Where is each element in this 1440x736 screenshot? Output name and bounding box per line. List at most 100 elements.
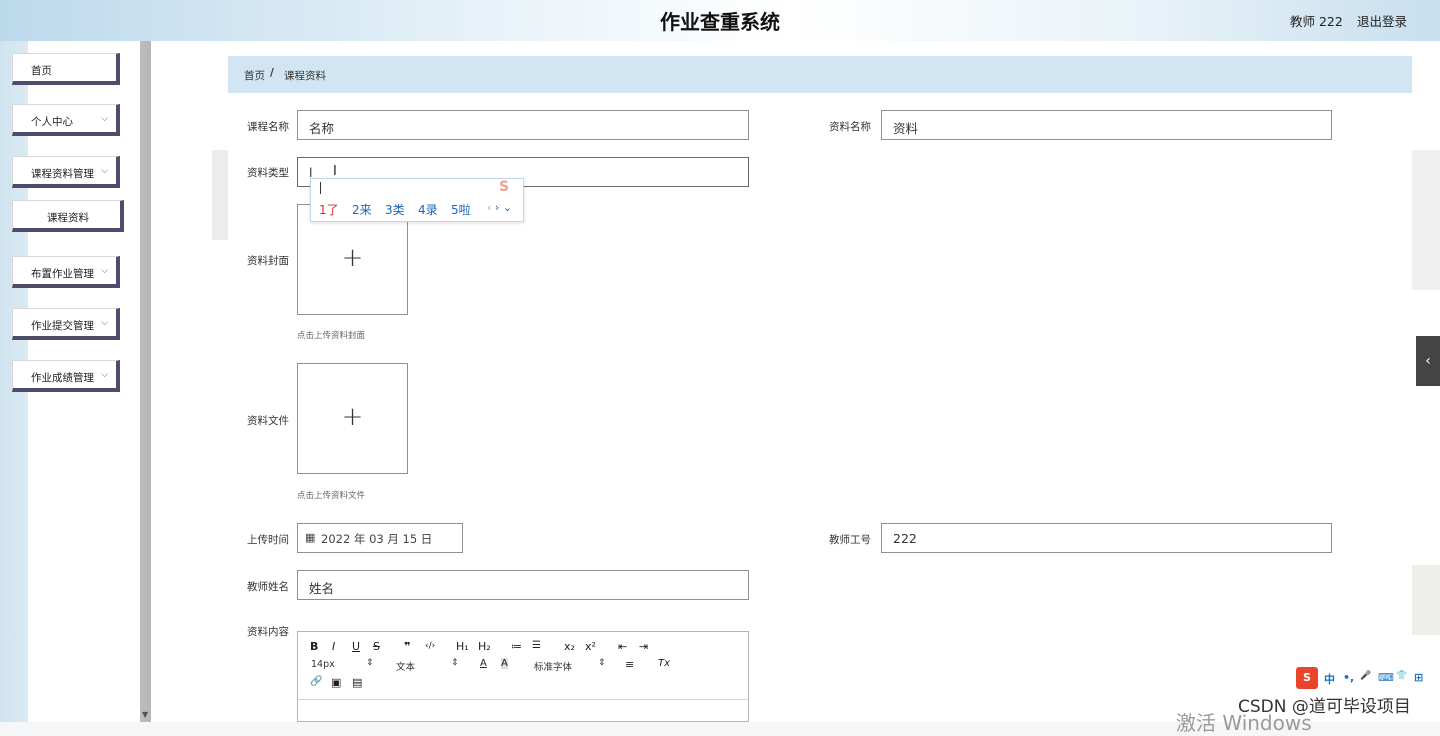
microphone-icon[interactable]: 🎤 xyxy=(1360,671,1371,681)
sidebar-item-home[interactable]: 首页 xyxy=(12,53,120,85)
text-cursor-icon: I xyxy=(333,164,337,179)
app-header: 作业查重系统 教师 222 退出登录 xyxy=(0,0,1440,41)
subscript-icon[interactable]: x₂ xyxy=(564,640,575,653)
video-icon[interactable]: ▤ xyxy=(352,676,362,689)
cover-label: 资料封面 xyxy=(247,255,289,267)
ime-punctuation-icon[interactable]: •, xyxy=(1343,671,1354,684)
blockquote-icon[interactable]: ❞ xyxy=(404,640,410,653)
chevron-down-icon: ⌵ xyxy=(101,166,108,176)
ime-status-bar: S 中 •, 🎤 ⌨ 👕 ⊞ xyxy=(1296,667,1430,689)
teacher-name-label: 教师姓名 xyxy=(247,581,289,593)
font-size-select[interactable]: 14px xyxy=(311,659,335,670)
select-arrows-icon: ⇕ xyxy=(451,658,459,668)
ime-candidate[interactable]: 2来 xyxy=(352,201,372,218)
outdent-icon[interactable]: ⇤ xyxy=(618,640,627,653)
plus-icon: + xyxy=(341,243,364,273)
toolbox-icon[interactable]: ⊞ xyxy=(1414,671,1423,684)
content-label: 资料内容 xyxy=(247,626,289,638)
chevron-down-icon: ⌵ xyxy=(101,370,108,380)
sidebar-item-label: 课程资料管理 xyxy=(31,168,94,180)
sidebar-item-label: 首页 xyxy=(31,65,52,77)
image-icon[interactable]: ▣ xyxy=(331,676,341,689)
material-name-input[interactable]: 资料 xyxy=(881,110,1332,140)
sogou-ime-icon[interactable]: S xyxy=(1296,667,1318,689)
ime-page-nav: ‹ › ⌄ xyxy=(487,201,512,214)
upload-time-picker[interactable]: ▦ 2022 年 03 月 15 日 xyxy=(297,523,463,553)
sidebar-subitem-course-material[interactable]: 课程资料 xyxy=(12,200,124,232)
code-block-icon[interactable]: ‹/› xyxy=(425,641,435,651)
ime-next-icon[interactable]: › xyxy=(495,201,499,214)
indent-icon[interactable]: ⇥ xyxy=(639,640,648,653)
bold-icon[interactable]: B xyxy=(310,640,318,653)
material-name-label: 资料名称 xyxy=(829,121,871,133)
align-icon[interactable]: ≡ xyxy=(625,658,634,671)
sidebar-item-label: 作业提交管理 xyxy=(31,320,94,332)
logout-link[interactable]: 退出登录 xyxy=(1357,11,1407,30)
strikethrough-icon[interactable]: S xyxy=(373,640,380,653)
breadcrumb-home[interactable]: 首页 xyxy=(244,68,265,83)
file-label: 资料文件 xyxy=(247,415,289,427)
sidebar-item-submission-mgmt[interactable]: 作业提交管理 ⌵ xyxy=(12,308,120,340)
italic-icon[interactable]: I xyxy=(332,640,335,653)
app-title: 作业查重系统 xyxy=(660,10,780,34)
breadcrumb: 首页 / 课程资料 xyxy=(228,56,1412,93)
block-format-select[interactable]: 文本 xyxy=(396,659,415,673)
chevron-left-icon: ‹ xyxy=(1425,353,1431,369)
sidebar-item-grade-mgmt[interactable]: 作业成绩管理 ⌵ xyxy=(12,360,120,392)
editor-toolbar: B I U S ❞ ‹/› H₁ H₂ ≔ ☰ x₂ x² ⇤ ⇥ 14px ⇕… xyxy=(298,632,748,700)
chevron-down-icon: ⌵ xyxy=(101,266,108,276)
sidebar-item-course-material-mgmt[interactable]: 课程资料管理 ⌵ xyxy=(12,156,120,188)
heading2-icon[interactable]: H₂ xyxy=(478,640,491,653)
font-color-icon[interactable]: A xyxy=(480,658,487,669)
upload-time-label: 上传时间 xyxy=(247,534,289,546)
ime-expand-icon[interactable]: ⌄ xyxy=(503,201,512,214)
superscript-icon[interactable]: x² xyxy=(585,640,596,653)
sidebar-item-label: 个人中心 xyxy=(31,116,73,128)
sidebar-scroll-down-icon[interactable]: ▼ xyxy=(142,710,148,719)
ime-prev-icon[interactable]: ‹ xyxy=(487,201,491,214)
sidebar-item-assignment-mgmt[interactable]: 布置作业管理 ⌵ xyxy=(12,256,120,288)
ime-candidate[interactable]: 1了 xyxy=(319,201,339,218)
cover-upload-hint: 点击上传资料封面 xyxy=(297,331,366,341)
keyboard-icon[interactable]: ⌨ xyxy=(1378,671,1394,684)
ime-composition-caret xyxy=(320,182,321,194)
ime-candidate[interactable]: 3类 xyxy=(385,201,405,218)
select-arrows-icon: ⇕ xyxy=(366,658,374,668)
chevron-down-icon: ⌵ xyxy=(101,318,108,328)
ime-candidate-popup: S 1了 2来 3类 4录 5啦 ‹ › ⌄ xyxy=(310,178,524,222)
clear-format-icon[interactable]: Tx xyxy=(658,658,670,669)
ime-mode-chinese-icon[interactable]: 中 xyxy=(1324,671,1335,687)
course-name-label: 课程名称 xyxy=(247,121,289,133)
background-color-icon[interactable]: A xyxy=(501,658,508,669)
file-upload-hint: 点击上传资料文件 xyxy=(297,491,366,501)
sidebar-item-personal-center[interactable]: 个人中心 ⌵ xyxy=(12,104,120,136)
ime-candidate[interactable]: 5啦 xyxy=(451,201,471,218)
breadcrumb-separator: / xyxy=(270,67,274,79)
calendar-icon: ▦ xyxy=(305,531,316,544)
teacher-id-input[interactable]: 222 xyxy=(881,523,1332,553)
rich-text-editor[interactable]: B I U S ❞ ‹/› H₁ H₂ ≔ ☰ x₂ x² ⇤ ⇥ 14px ⇕… xyxy=(297,631,749,722)
font-family-select[interactable]: 标准字体 xyxy=(534,659,572,673)
background-decoration xyxy=(212,150,228,240)
ime-candidate[interactable]: 4录 xyxy=(418,201,438,218)
teacher-name-input[interactable]: 姓名 xyxy=(297,570,749,600)
bullet-list-icon[interactable]: ☰ xyxy=(532,640,541,651)
skin-icon[interactable]: 👕 xyxy=(1396,671,1407,681)
underline-icon[interactable]: U xyxy=(352,640,360,653)
sidebar-item-label: 布置作业管理 xyxy=(31,268,94,280)
panel-collapse-button[interactable]: ‹ xyxy=(1416,336,1440,386)
chevron-down-icon: ⌵ xyxy=(101,114,108,124)
ordered-list-icon[interactable]: ≔ xyxy=(511,640,522,653)
material-type-label: 资料类型 xyxy=(247,167,289,179)
link-icon[interactable]: 🔗 xyxy=(310,676,322,687)
course-name-input[interactable]: 名称 xyxy=(297,110,749,140)
plus-icon: + xyxy=(341,402,364,432)
select-arrows-icon: ⇕ xyxy=(598,658,606,668)
teacher-id-label: 教师工号 xyxy=(829,534,871,546)
heading1-icon[interactable]: H₁ xyxy=(456,640,469,653)
sogou-logo-icon: S xyxy=(499,179,510,195)
sidebar-item-label: 课程资料 xyxy=(47,212,89,224)
file-upload[interactable]: + xyxy=(297,363,408,474)
csdn-watermark: CSDN @道可毕设项目 xyxy=(1238,697,1411,717)
current-user: 教师 222 xyxy=(1290,14,1343,29)
